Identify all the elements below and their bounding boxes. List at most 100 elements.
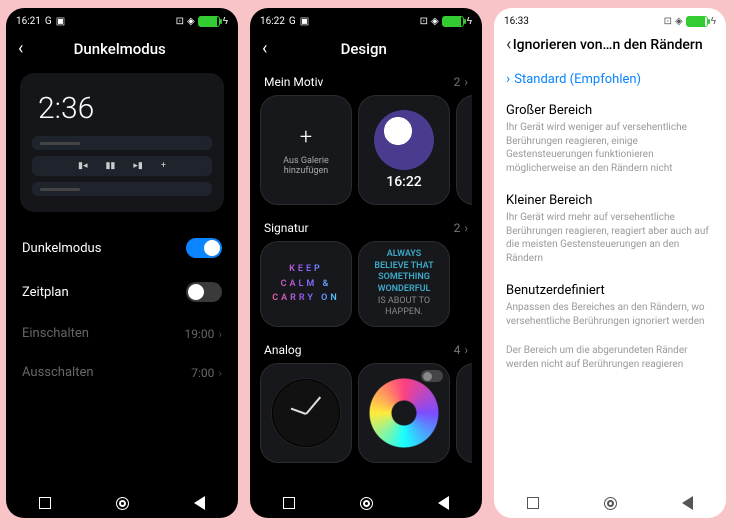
status-wifi-icon: ◈: [187, 16, 195, 27]
aod-toggle[interactable]: [421, 370, 443, 382]
status-time: 16:21: [16, 16, 41, 27]
status-camera-icon: ⊡: [664, 16, 672, 27]
plus-icon: +: [300, 125, 312, 150]
section-label: Mein Motiv: [264, 75, 323, 89]
chevron-right-icon: ›: [506, 71, 510, 87]
chevron-right-icon: ›: [218, 327, 222, 341]
tile-label: Aus Galerie hinzufügen: [265, 156, 347, 176]
schedule-on-label: Einschalten: [22, 326, 89, 341]
section-signatur[interactable]: Signatur 2›: [260, 213, 472, 241]
battery-icon: [686, 16, 708, 27]
phone-darkmode: 16:21 G ▣ ⊡ ◈ ϟ ‹ Dunkelmodus 2:36 ▮◂ ▮▮…: [6, 8, 238, 518]
nav-bar: [494, 488, 726, 518]
clock-dots-icon: [369, 378, 439, 448]
status-camera-icon: ⊡: [420, 16, 428, 27]
option-small[interactable]: Kleiner Bereich Ihr Gerät wird mehr auf …: [504, 185, 716, 275]
section-analog[interactable]: Analog 4›: [260, 335, 472, 363]
section-mein-motiv[interactable]: Mein Motiv 2›: [260, 67, 472, 95]
schedule-label: Zeitplan: [22, 285, 69, 300]
status-time: 16:33: [504, 16, 529, 27]
believe-text: ALWAYS BELIEVE THAT SOMETHING WONDERFUL …: [369, 249, 439, 319]
phone-design: 16:22 G ▣ ⊡ ◈ ϟ ‹ Design Mein Motiv 2› +…: [250, 8, 482, 518]
schedule-off-label: Ausschalten: [22, 365, 94, 380]
section-label: Signatur: [264, 221, 309, 235]
tile-analog-dots[interactable]: [358, 363, 450, 463]
nav-back-icon[interactable]: [194, 496, 205, 510]
status-wifi-icon: ◈: [431, 16, 439, 27]
nav-bar: [6, 488, 238, 518]
schedule-off-value: 7:00: [191, 366, 214, 380]
header: ‹ Design: [250, 30, 482, 67]
option-title: Kleiner Bereich: [506, 193, 714, 208]
option-desc: Ihr Gerät wird weniger auf versehentlich…: [506, 121, 714, 175]
schedule-off-row: Ausschalten 7:00 ›: [16, 353, 228, 392]
darkmode-toggle[interactable]: [186, 238, 222, 258]
option-custom[interactable]: Benutzerdefiniert Anpassen des Bereiches…: [504, 275, 716, 338]
tile-always-believe[interactable]: ALWAYS BELIEVE THAT SOMETHING WONDERFUL …: [358, 241, 450, 327]
darkmode-label: Dunkelmodus: [22, 241, 101, 256]
chevron-right-icon: ›: [464, 343, 468, 357]
page-title: Ignorieren von…n den Rändern: [501, 37, 714, 53]
analog-tiles: [260, 363, 472, 463]
tile-time: 16:22: [386, 174, 422, 190]
phone-edge-ignore: 16:33 ⊡ ◈ ϟ ‹ Ignorieren von…n den Rände…: [494, 8, 726, 518]
page-title: Design: [257, 40, 470, 58]
keep-calm-text: KEEP CALM & CARRY ON: [271, 262, 341, 305]
page-title: Dunkelmodus: [13, 40, 226, 58]
schedule-toggle-row[interactable]: Zeitplan: [16, 270, 228, 314]
preview-media-row: [32, 136, 212, 150]
nav-recent-icon[interactable]: [39, 497, 51, 509]
section-count: 2: [454, 221, 461, 235]
motiv-tiles: + Aus Galerie hinzufügen 16:22 16:: [260, 95, 472, 205]
option-standard[interactable]: › Standard (Empfohlen): [504, 63, 716, 95]
section-count: 2: [454, 75, 461, 89]
header: ‹ Dunkelmodus: [6, 30, 238, 67]
option-title: Benutzerdefiniert: [506, 283, 714, 298]
nav-home-icon[interactable]: [604, 497, 617, 510]
pause-icon: ▮▮: [105, 161, 115, 171]
section-label: Analog: [264, 343, 301, 357]
option-large[interactable]: Großer Bereich Ihr Gerät wird weniger au…: [504, 95, 716, 185]
status-bar: 16:33 ⊡ ◈ ϟ: [494, 8, 726, 30]
chevron-right-icon: ›: [464, 221, 468, 235]
option-label: Standard (Empfohlen): [514, 72, 641, 87]
charge-icon: ϟ: [467, 16, 472, 27]
nav-home-icon[interactable]: [116, 497, 129, 510]
status-cast-icon: ▣: [56, 16, 65, 27]
nav-back-icon[interactable]: [438, 496, 449, 510]
option-title: Großer Bereich: [506, 103, 714, 118]
tile-analog-simple[interactable]: [260, 363, 352, 463]
charge-icon: ϟ: [711, 16, 716, 27]
tile-astronaut[interactable]: 16:22: [358, 95, 450, 205]
status-cast-icon: ▣: [300, 16, 309, 27]
option-desc: Ihr Gerät wird mehr auf versehentliche B…: [506, 211, 714, 265]
preview-media-row: [32, 182, 212, 196]
nav-recent-icon[interactable]: [283, 497, 295, 509]
nav-recent-icon[interactable]: [527, 497, 539, 509]
tile-keep-calm[interactable]: KEEP CALM & CARRY ON: [260, 241, 352, 327]
status-g-icon: G: [289, 16, 296, 27]
battery-icon: [198, 16, 220, 27]
status-g-icon: G: [45, 16, 52, 27]
schedule-on-value: 19:00: [185, 327, 215, 341]
astronaut-icon: [374, 110, 434, 170]
nav-home-icon[interactable]: [360, 497, 373, 510]
tile-planet[interactable]: 16:: [456, 95, 472, 205]
tile-add-from-gallery[interactable]: + Aus Galerie hinzufügen: [260, 95, 352, 205]
schedule-toggle[interactable]: [186, 282, 222, 302]
section-count: 4: [454, 343, 461, 357]
footer-note: Der Bereich um die abgerundeten Ränder w…: [504, 338, 716, 377]
status-time: 16:22: [260, 16, 285, 27]
tile-analog-dots-2[interactable]: [456, 363, 472, 463]
nav-back-icon[interactable]: [682, 496, 693, 510]
schedule-on-row: Einschalten 19:00›: [16, 314, 228, 353]
darkmode-toggle-row[interactable]: Dunkelmodus: [16, 226, 228, 270]
battery-icon: [442, 16, 464, 27]
plus-icon: +: [161, 161, 166, 171]
status-bar: 16:22 G ▣ ⊡ ◈ ϟ: [250, 8, 482, 30]
preview-clock: 2:36: [38, 91, 212, 126]
signatur-tiles: KEEP CALM & CARRY ON ALWAYS BELIEVE THAT…: [260, 241, 472, 327]
status-bar: 16:21 G ▣ ⊡ ◈ ϟ: [6, 8, 238, 30]
chevron-right-icon: ›: [218, 366, 222, 380]
preview-media-controls: ▮◂ ▮▮ ▸▮ +: [32, 156, 212, 176]
